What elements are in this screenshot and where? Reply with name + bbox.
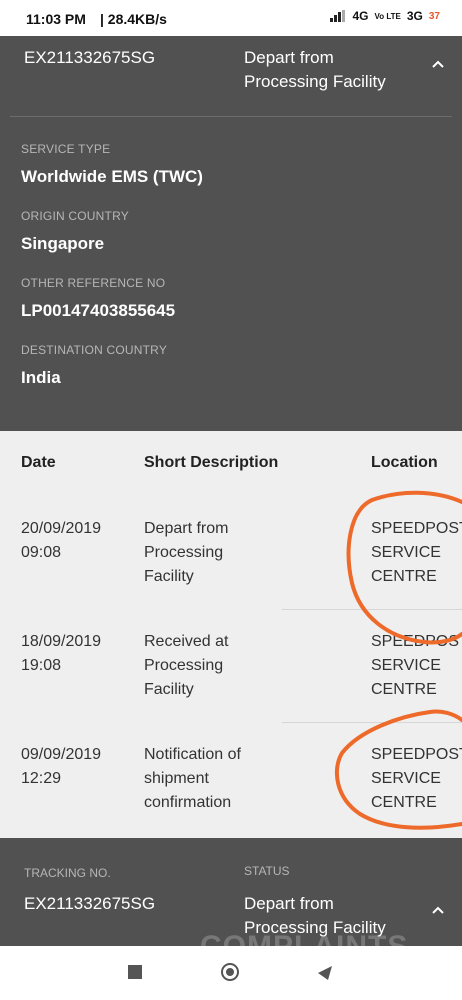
event-description-line: Depart from <box>144 520 229 537</box>
status-time: 11:03 PM <box>26 11 86 27</box>
column-header-location: Location <box>371 454 438 471</box>
reference-no-value: LP00147403855645 <box>21 301 176 320</box>
event-location-line: SERVICE <box>371 657 441 674</box>
divider <box>10 116 452 117</box>
event-date: 18/09/2019 <box>21 633 102 650</box>
event-location-line: SPEEDPOST <box>371 520 462 537</box>
event-time: 09:08 <box>21 544 62 561</box>
signal-icon <box>330 10 346 22</box>
event-description-line: Received at <box>144 633 229 650</box>
tracking-no-label: TRACKING NO. <box>24 866 111 880</box>
event-location-line: SERVICE <box>371 544 441 561</box>
event-location-line: CENTRE <box>371 568 437 585</box>
row-divider <box>282 722 462 723</box>
status-label: STATUS <box>244 864 290 878</box>
event-time: 19:08 <box>21 657 62 674</box>
reference-no-label: OTHER REFERENCE NO <box>21 276 166 290</box>
battery-level: 37 <box>428 10 440 22</box>
column-header-description: Short Description <box>144 454 279 471</box>
destination-country-value: India <box>21 368 61 387</box>
column-header-date: Date <box>21 454 56 471</box>
origin-country-label: ORIGIN COUNTRY <box>21 209 129 223</box>
volte-label: Vo LTE <box>374 11 401 21</box>
recent-apps-icon[interactable] <box>128 965 142 979</box>
status-line: Depart from <box>244 894 334 913</box>
tracking-number: EX211332675SG <box>24 894 156 913</box>
event-description-line: Facility <box>144 568 194 585</box>
tracking-events-table: Date Short Description Location 20/09/20… <box>0 431 462 838</box>
event-date: 09/09/2019 <box>21 746 102 763</box>
origin-country-value: Singapore <box>21 234 105 253</box>
chevron-up-icon[interactable] <box>430 902 446 918</box>
event-description-line: shipment <box>144 770 209 787</box>
navigation-bar <box>0 946 462 1000</box>
home-icon[interactable] <box>220 962 240 982</box>
event-description-line: Facility <box>144 681 194 698</box>
service-type-value: Worldwide EMS (TWC) <box>21 167 203 186</box>
network-speed: | 28.4KB/s <box>100 11 167 27</box>
event-description-line: Processing <box>144 657 224 674</box>
tracking-detail-card: EX211332675SG Depart from Processing Fac… <box>0 36 462 431</box>
event-date: 20/09/2019 <box>21 520 102 537</box>
status-bar: 11:03 PM | 28.4KB/s 4G Vo LTE 3G 37 <box>0 0 462 36</box>
event-location-line: SPEEDPOST <box>371 633 462 650</box>
event-location-line: SPEEDPOST <box>371 746 462 763</box>
chevron-up-icon[interactable] <box>430 56 446 72</box>
tracking-summary-card[interactable]: TRACKING NO. STATUS EX211332675SG Depart… <box>0 838 462 946</box>
row-divider <box>282 609 462 610</box>
event-location-line: CENTRE <box>371 681 437 698</box>
destination-country-label: DESTINATION COUNTRY <box>21 343 168 357</box>
status-icons: 4G Vo LTE 3G 37 <box>330 9 440 23</box>
service-type-label: SERVICE TYPE <box>21 142 111 156</box>
back-icon[interactable] <box>316 964 334 982</box>
network-3g: 3G <box>406 9 423 23</box>
event-description-line: confirmation <box>144 794 232 811</box>
tracking-status: Depart from Processing Facility <box>244 48 386 91</box>
event-time: 12:29 <box>21 770 62 787</box>
tracking-number: EX211332675SG <box>24 48 156 67</box>
network-4g: 4G <box>352 9 369 23</box>
event-location-line: CENTRE <box>371 794 437 811</box>
event-description-line: Notification of <box>144 746 241 763</box>
event-description-line: Processing <box>144 544 224 561</box>
event-location-line: SERVICE <box>371 770 441 787</box>
watermark: COMPLAINTS <box>200 930 408 946</box>
